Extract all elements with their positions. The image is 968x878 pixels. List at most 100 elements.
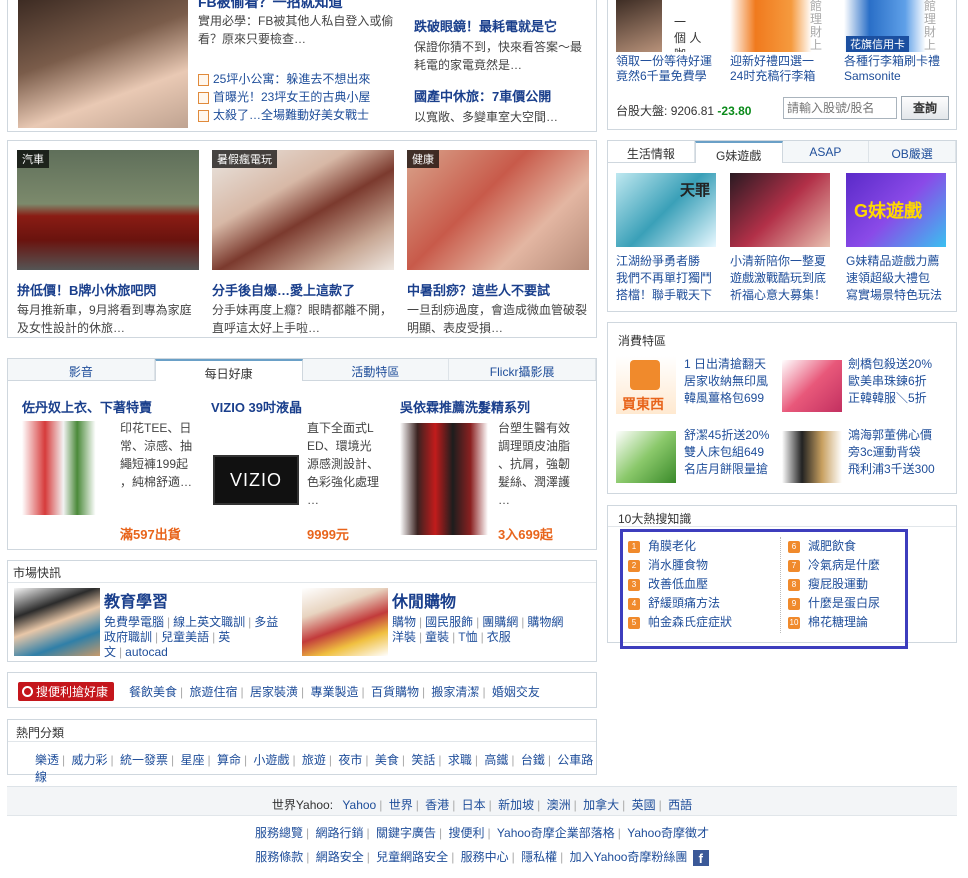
popular-link[interactable]: 笑話 [411,753,435,767]
education-photo[interactable] [14,588,100,656]
popular-link[interactable]: 求職 [448,753,472,767]
list-item[interactable]: 7 冷氣病是什麼 [788,556,880,575]
facebook-icon[interactable]: f [692,850,709,866]
top-news-mid-title[interactable]: 跌破眼鏡！最耗電就是它 [414,16,557,35]
feature-card[interactable]: 汽車 拚低價！B牌小休旅吧閃 每月推新車，9月將看到專為家庭及女性設計的休旅… [17,150,199,337]
tab-video[interactable]: 影音 [8,359,155,380]
card-title[interactable]: 拚低價！B牌小休旅吧閃 [17,280,199,299]
list-item[interactable]: 10 棉花糖理論 [788,613,880,632]
suitcase-photo[interactable]: 花旗信用卡 館理財上 [844,0,946,52]
footer-link[interactable]: 服務中心 [461,850,509,864]
promo-caption[interactable]: 各種行李箱刷卡禮 Samsonite [844,54,956,84]
world-link[interactable]: 日本 [462,798,486,812]
shop-link[interactable]: 洋裝 [392,630,416,644]
tab-g-games[interactable]: G妹遊戲 [694,141,783,163]
category-link[interactable]: 婚姻交友 [492,685,540,699]
popular-link[interactable]: 高鐵 [484,753,508,767]
edu-link[interactable]: autocad [125,645,168,659]
deal-item[interactable]: VIZIO 39吋液晶 VIZIO 直下全面式L ED、環境光 源感測設計、 色彩強化… [211,397,396,542]
footer-link[interactable]: 服務條款 [255,850,303,864]
popular-link[interactable]: 星座 [180,753,204,767]
category-link[interactable]: 專業製造 [310,685,358,699]
footer-link[interactable]: 服務總覽 [255,826,303,840]
world-link[interactable]: 英國 [632,798,656,812]
popular-link[interactable]: 威力彩 [71,753,107,767]
world-link[interactable]: 加拿大 [583,798,619,812]
shop-link[interactable]: 童裝 [425,630,449,644]
game-item[interactable]: G妹遊戲 G妹精品遊戲力薦 速領超級大禮包 寫實場景特色玩法 [846,173,956,304]
popular-link[interactable]: 美食 [375,753,399,767]
list-item[interactable]: 3 改善低血壓 [628,575,732,594]
card-title[interactable]: 中暑刮痧？這些人不要試 [407,280,589,299]
stock-search-input[interactable] [783,97,897,119]
footer-link[interactable]: 網路安全 [316,850,364,864]
deal-price[interactable]: 3入699起 [498,524,553,543]
shop-link[interactable]: 團購網 [482,615,518,629]
world-link[interactable]: 香港 [425,798,449,812]
edu-link[interactable]: 線上英文職訓 [173,615,245,629]
tab-asap[interactable]: ASAP [782,141,870,162]
shop-link[interactable]: T恤 [458,630,477,644]
feature-card[interactable]: 健康 中暑刮痧？這些人不要試 一旦刮痧過度，會造成微血管破裂明顯、表皮受損… [407,150,589,337]
edu-link[interactable]: 政府職訓 [104,630,152,644]
world-link[interactable]: 澳洲 [547,798,571,812]
popular-link[interactable]: 旅遊 [302,753,326,767]
footer-link[interactable]: 加入Yahoo奇摩粉絲團 [570,850,688,864]
edu-link[interactable]: 免費學電腦 [104,615,164,629]
deal-title[interactable]: VIZIO 39吋液晶 [211,397,396,416]
deal-title[interactable]: 佐丹奴上衣、下著特賣 [22,397,202,416]
list-item[interactable]: 1 角膜老化 [628,537,732,556]
tab-events[interactable]: 活動特區 [302,359,450,380]
popular-link[interactable]: 夜市 [338,753,362,767]
card-title[interactable]: 分手後自爆…愛上這款了 [212,280,394,299]
shopping-title[interactable]: 休閒購物 [392,588,456,612]
tab-ob[interactable]: OB嚴選 [869,141,956,162]
edu-link[interactable]: 多益 [254,615,278,629]
list-item[interactable]: 2 消水腫食物 [628,556,732,575]
world-link[interactable]: 世界 [389,798,413,812]
list-item[interactable]: 首曝光！23坪女王的古典小屋 [198,88,370,106]
tab-life-info[interactable]: 生活情報 [608,141,695,162]
education-title[interactable]: 教育學習 [104,588,168,612]
deal-item[interactable]: 佐丹奴上衣、下著特賣 印花TEE、日 常、涼感、抽 繩短褲199起 ，純棉舒適… 滿5… [22,397,202,542]
tab-flickr[interactable]: Flickr攝影展 [449,359,596,380]
popular-link[interactable]: 台鐵 [521,753,545,767]
game-item[interactable]: 小清新陪你一整夏 遊戲激戰酷玩到底 祈福心意大募集！ [730,173,840,304]
deal-price[interactable]: 9999元 [307,524,349,543]
footer-link[interactable]: 兒童網路安全 [376,850,448,864]
world-link[interactable]: 新加坡 [498,798,534,812]
top-news-mid2-title[interactable]: 國產中休旅：7車價公開 [414,86,551,105]
shop-link[interactable]: 國民服飾 [425,615,473,629]
cafe-photo[interactable]: 一 個 人 咖 啡 [616,0,708,52]
promo-caption[interactable]: 迎新好禮四選一 24时充稿行李箱 [730,54,840,84]
list-item[interactable]: 8 瘦屁股運動 [788,575,880,594]
footer-link[interactable]: Yahoo奇摩徵才 [627,826,709,840]
luggage-photo[interactable]: 館理財上 [730,0,832,52]
game-item[interactable]: 天罪 江湖紛爭勇者勝 我們不再單打獨鬥 搭檔！聯手戰天下 [616,173,726,304]
list-item[interactable]: 太殺了…全場難動好美女戰士 [198,106,370,124]
shopping-photo[interactable] [302,588,388,656]
promo-caption[interactable]: 領取一份等待好運 竟然6千量免費學 [616,54,726,84]
convenience-badge[interactable]: 搜便利搶好康 [18,682,115,701]
footer-link[interactable]: 網路行銷 [315,826,363,840]
stock-search-button[interactable]: 查詢 [901,96,949,120]
footer-link[interactable]: 關鍵字廣告 [376,826,436,840]
list-item[interactable]: 5 帕金森氏症症狀 [628,613,732,632]
shop-link[interactable]: 購物網 [527,615,563,629]
footer-link[interactable]: 隱私權 [521,850,557,864]
category-link[interactable]: 旅遊住宿 [189,685,237,699]
feature-card[interactable]: 暑假瘋電玩 分手後自爆…愛上這款了 分手妹再度上癮？眼睛都離不開，直呼這太好上手… [212,150,394,337]
deal-price[interactable]: 滿597出貨 [120,524,181,543]
shop-link[interactable]: 衣服 [487,630,511,644]
list-item[interactable]: 9 什麼是蛋白尿 [788,594,880,613]
deal-item[interactable]: 吳依霖推薦洗髮精系列 台塑生醫有效 調理頭皮油脂 、抗屑，強韌 髮絲、潤澤護… 3入6… [400,397,590,542]
popular-link[interactable]: 小遊戲 [253,753,289,767]
world-link[interactable]: 西語 [668,798,692,812]
tab-daily-deals[interactable]: 每日好康 [154,359,303,381]
deal-title[interactable]: 吳依霖推薦洗髮精系列 [400,397,590,416]
category-link[interactable]: 餐飲美食 [129,685,177,699]
footer-link[interactable]: 搜便利 [448,826,484,840]
footer-link[interactable]: Yahoo奇摩企業部落格 [497,826,615,840]
top-news-photo[interactable] [18,0,188,128]
world-link[interactable]: Yahoo [342,798,376,812]
